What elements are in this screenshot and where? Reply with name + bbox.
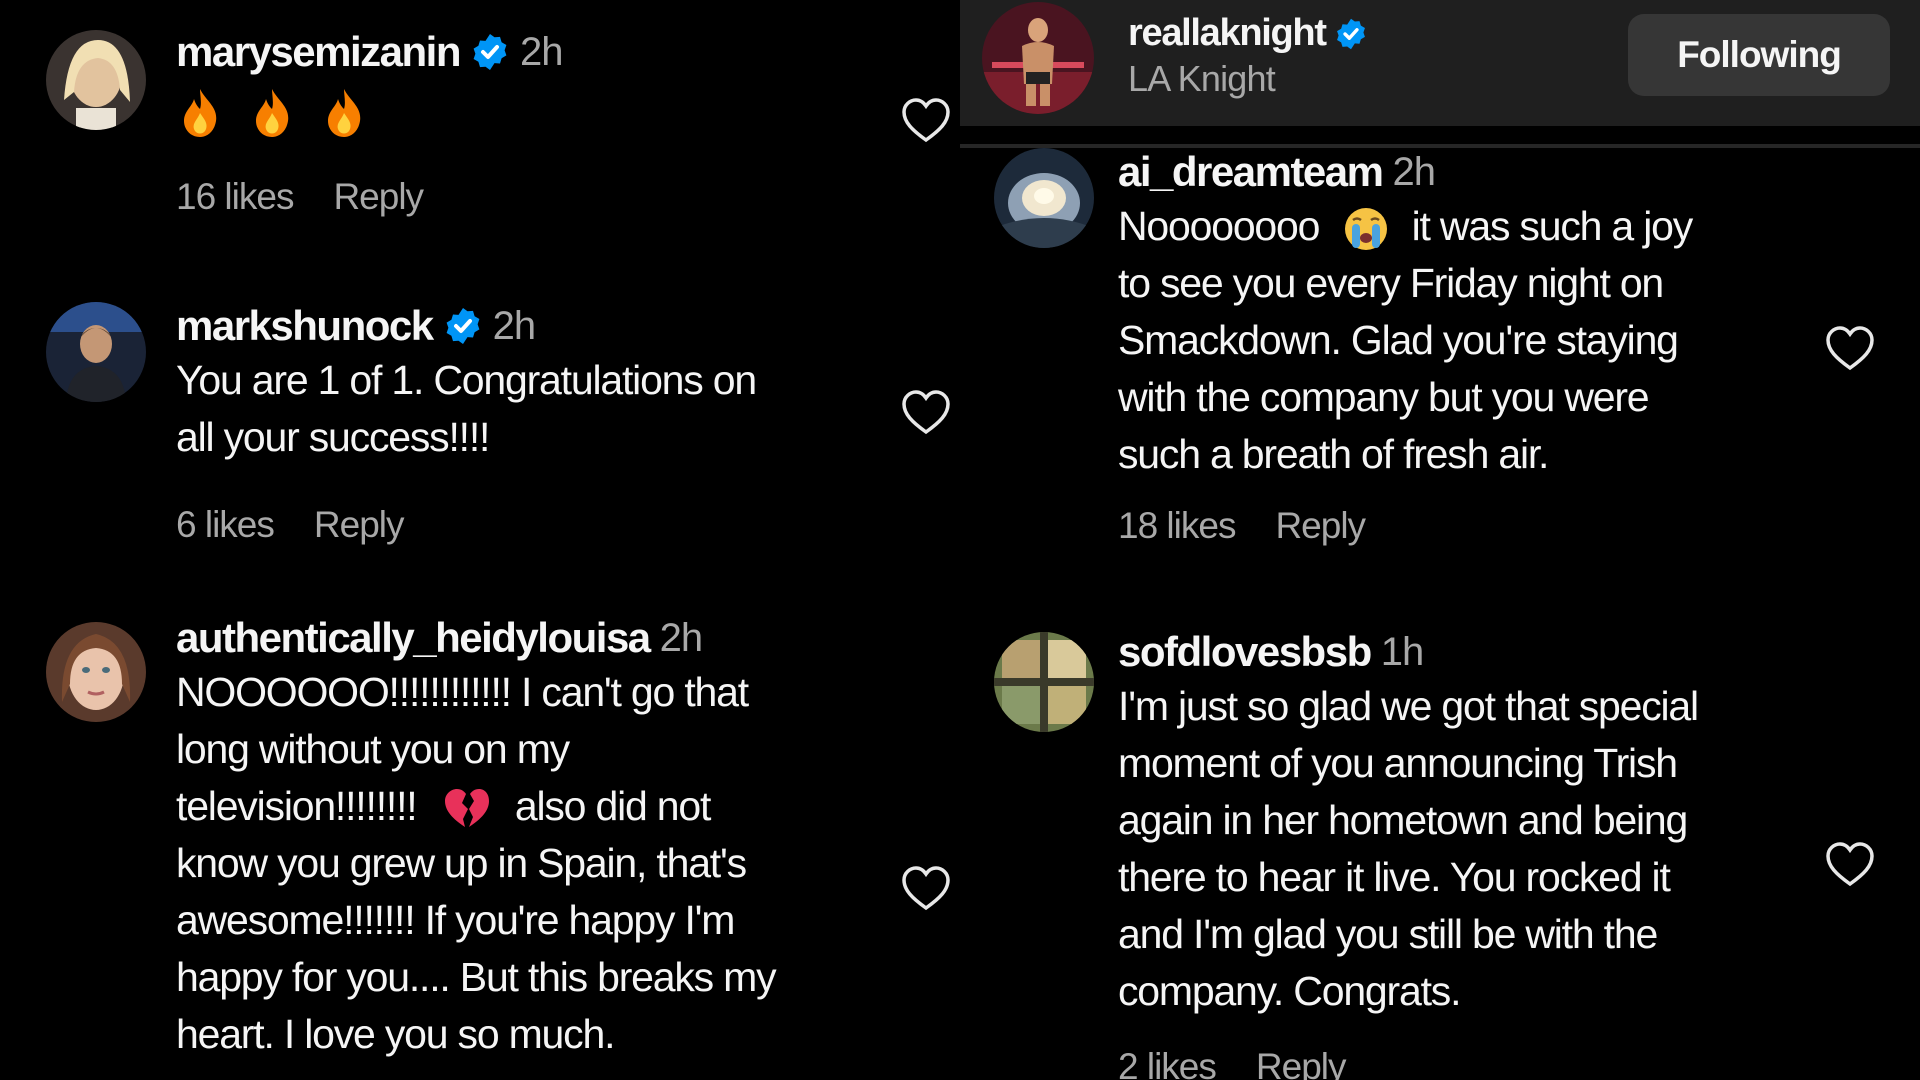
crying-face-emoji-icon xyxy=(1343,206,1389,252)
avatar[interactable] xyxy=(994,148,1094,248)
broken-heart-emoji-icon xyxy=(443,787,491,831)
comment-text-line: know you grew up in Spain, that's xyxy=(176,840,747,886)
fire-emoji-icon xyxy=(248,87,296,139)
comment-text-line: NOOOOOO!!!!!!!!!!!! I can't go that xyxy=(176,669,749,715)
comment-emoji-row xyxy=(176,82,562,142)
comment-text-line: with the company but you were xyxy=(1118,374,1650,420)
comment-time: 2h xyxy=(519,29,563,74)
comment-text-segment: it was such a joy xyxy=(1411,203,1694,249)
comment-text-line: such a breath of fresh air. xyxy=(1118,431,1549,477)
like-heart-icon[interactable] xyxy=(900,388,952,436)
like-heart-icon[interactable] xyxy=(1824,840,1876,888)
verified-badge-icon xyxy=(470,32,510,72)
fire-emoji-icon xyxy=(320,87,368,139)
reply-button[interactable]: Reply xyxy=(314,504,405,546)
comment-text-line: long without you on my xyxy=(176,726,570,772)
comment-item: sofdlovesbsb 1h I'm just so glad we got … xyxy=(960,628,1920,1080)
comment-text-line: awesome!!!!!!! If you're happy I'm xyxy=(176,897,735,943)
comment-text-line: television!!!!!!!! also did not xyxy=(176,778,896,835)
verified-badge-icon xyxy=(1334,17,1368,51)
likes-count[interactable]: 2 likes xyxy=(1118,1046,1217,1080)
comment-text-line: and I'm glad you still be with the xyxy=(1118,911,1658,957)
comment-time: 2h xyxy=(1392,149,1436,194)
post-header: reallaknight LA Knight Following xyxy=(960,0,1920,126)
left-comments-panel: marysemizanin 2h 16 likes Reply markshun… xyxy=(0,0,960,1080)
post-author-name[interactable]: reallaknight xyxy=(1128,12,1368,55)
comment-text-line: You are 1 of 1. Congratulations on xyxy=(176,357,757,403)
like-heart-icon[interactable] xyxy=(900,96,952,144)
post-author-subtitle: LA Knight xyxy=(1128,58,1276,99)
comment-text-line: Smackdown. Glad you're staying xyxy=(1118,317,1679,363)
post-author-avatar[interactable] xyxy=(982,2,1094,114)
comment-username[interactable]: sofdlovesbsb xyxy=(1118,628,1372,676)
comment-username[interactable]: markshunock xyxy=(176,302,434,350)
comment-text-line: I'm just so glad we got that special xyxy=(1118,683,1699,729)
avatar[interactable] xyxy=(46,30,146,130)
reply-button[interactable]: Reply xyxy=(1275,505,1366,547)
comment-username[interactable]: marysemizanin xyxy=(176,28,461,76)
following-button[interactable]: Following xyxy=(1628,14,1890,96)
comment-text-line: again in her hometown and being xyxy=(1118,797,1688,843)
likes-count[interactable]: 6 likes xyxy=(176,504,275,546)
comment-text: You are 1 of 1. Congratulations on all y… xyxy=(176,352,876,466)
comment-time: 1h xyxy=(1380,629,1424,674)
post-author-username[interactable]: reallaknight xyxy=(1128,12,1327,55)
likes-count[interactable]: 16 likes xyxy=(176,176,294,218)
comment-text-line: there to hear it live. You rocked it xyxy=(1118,854,1671,900)
comment-text-line: Noooooooo it was such a joy xyxy=(1118,198,1838,255)
comment-text: I'm just so glad we got that special mom… xyxy=(1118,678,1858,1020)
comment-item: marysemizanin 2h 16 likes Reply xyxy=(0,0,960,240)
comment-username[interactable]: authentically_heidylouisa xyxy=(176,614,651,662)
comment-text-line: company. Congrats. xyxy=(1118,968,1461,1014)
right-comments-panel: reallaknight LA Knight Following ai_drea… xyxy=(960,0,1920,1080)
like-heart-icon[interactable] xyxy=(900,864,952,912)
verified-badge-icon xyxy=(443,306,483,346)
comment-time: 2h xyxy=(659,615,703,660)
comment-item: ai_dreamteam 2h Noooooooo it was such a … xyxy=(960,148,1920,578)
avatar[interactable] xyxy=(46,302,146,402)
fire-emoji-icon xyxy=(176,87,224,139)
comment-text-line: all your success!!!! xyxy=(176,414,490,460)
comment-item: markshunock 2h You are 1 of 1. Congratul… xyxy=(0,290,960,570)
comment-text-line: heart. I love you so much. xyxy=(176,1011,615,1057)
comment-text-segment: Noooooooo xyxy=(1118,203,1320,249)
comment-text: NOOOOOO!!!!!!!!!!!! I can't go that long… xyxy=(176,664,896,1063)
reply-button[interactable]: Reply xyxy=(1256,1046,1347,1080)
like-heart-icon[interactable] xyxy=(1824,324,1876,372)
likes-count[interactable]: 18 likes xyxy=(1118,505,1236,547)
comment-username[interactable]: ai_dreamteam xyxy=(1118,148,1384,196)
comment-text-line: happy for you.... But this breaks my xyxy=(176,954,777,1000)
comment-text-line: to see you every Friday night on xyxy=(1118,260,1664,306)
avatar[interactable] xyxy=(46,622,146,722)
avatar[interactable] xyxy=(994,632,1094,732)
reply-button[interactable]: Reply xyxy=(333,176,424,218)
comment-text-segment: also did not xyxy=(514,783,712,829)
comment-text: Noooooooo it was such a joy to see you e… xyxy=(1118,198,1838,483)
comment-text-line: moment of you announcing Trish xyxy=(1118,740,1678,786)
comment-text-segment: television!!!!!!!! xyxy=(176,783,418,829)
comment-item: authentically_heidylouisa 2h NOOOOOO!!!!… xyxy=(0,614,960,1080)
comment-time: 2h xyxy=(492,303,536,348)
